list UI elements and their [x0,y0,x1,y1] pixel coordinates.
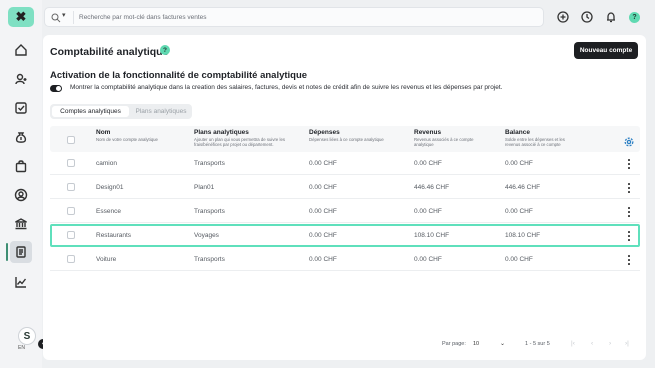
search-input[interactable] [79,10,519,24]
per-page-value: 10 [473,341,480,347]
cell-revenus: 0.00 CHF [414,256,442,263]
main-card: Comptabilité analytique ? Nouveau compte… [43,35,646,360]
chevron-down-icon: ⌄ [499,341,505,347]
column-settings-icon[interactable] [624,134,634,147]
tabs: Comptes analytiques Plans analytiques [50,104,192,119]
row-checkbox[interactable] [67,231,75,239]
column-header-revenus[interactable]: Revenus Revenus associés à ce compte ana… [414,129,494,147]
column-title: Plans analytiques [194,129,249,136]
cell-balance: 108.10 CHF [505,232,541,239]
next-page-button[interactable]: › [609,340,611,347]
cell-nom: Design01 [96,184,124,191]
cell-balance: 0.00 CHF [505,160,533,167]
accounting-book-icon[interactable] [6,241,32,263]
column-subtitle: Dépenses liées à ce compte analytique [309,137,384,142]
cell-depenses: 0.00 CHF [309,160,337,167]
cell-nom: camion [96,160,117,167]
language-label[interactable]: EN [18,345,25,351]
tab-comptes-analytiques[interactable]: Comptes analytiques [52,106,129,117]
app-logo[interactable]: ✖ [8,7,34,27]
help-icon[interactable]: ? [629,11,640,23]
per-page-select[interactable]: 10 ⌄ [471,338,507,349]
cell-revenus: 0.00 CHF [414,208,442,215]
cell-plan: Transports [194,208,225,215]
new-account-button[interactable]: Nouveau compte [574,42,638,59]
row-checkbox[interactable] [67,159,75,167]
cell-balance: 0.00 CHF [505,256,533,263]
cell-balance: 0.00 CHF [505,208,533,215]
column-subtitle: Revenus associés à ce compte analytique [414,137,474,147]
bell-icon[interactable] [604,10,618,24]
column-subtitle: Nom de votre compte analytique [96,137,158,142]
column-header-balance[interactable]: Balance Solde entre les dépenses et les … [505,129,580,147]
cell-depenses: 0.00 CHF [309,208,337,215]
column-subtitle: Solde entre les dépenses et les revenus … [505,137,565,147]
cell-balance: 446.46 CHF [505,184,541,191]
contacts-icon[interactable] [12,70,30,88]
first-page-button[interactable]: |‹ [571,340,575,347]
cell-plan: Plan01 [194,184,215,191]
clock-icon[interactable] [580,10,594,24]
column-title: Revenus [414,129,442,136]
table-header: Nom Nom de votre compte analytique Plans… [50,126,640,152]
cell-nom: Voiture [96,256,117,263]
table-row-highlighted[interactable]: Restaurants Voyages 0.00 CHF 108.10 CHF … [50,224,640,247]
select-all-checkbox[interactable] [67,136,75,144]
cell-revenus: 446.46 CHF [414,184,450,191]
add-circle-icon[interactable] [556,10,570,24]
page-title: Comptabilité analytique [50,46,169,58]
column-title: Dépenses [309,129,340,136]
per-page-label: Par page: [442,341,466,347]
tab-plans-analytiques[interactable]: Plans analytiques [132,106,190,117]
section-title: Activation de la fonctionnalité de compt… [50,70,308,81]
last-page-button[interactable]: ›| [625,340,629,347]
previous-page-button[interactable]: ‹ [591,340,593,347]
cell-depenses: 0.00 CHF [309,184,337,191]
sidebar: ✖ S 44 EN [0,0,53,368]
cell-plan: Voyages [194,232,219,239]
shopping-bag-icon[interactable] [12,157,30,175]
column-header-depenses[interactable]: Dépenses Dépenses liées à ce compte anal… [309,129,404,142]
more-options-icon[interactable] [627,255,631,265]
cell-revenus: 108.10 CHF [414,232,450,239]
more-options-icon[interactable] [627,231,631,241]
bank-icon[interactable] [12,215,30,233]
cell-plan: Transports [194,256,225,263]
table-row[interactable]: Essence Transports 0.00 CHF 0.00 CHF 0.0… [50,200,640,223]
avatar[interactable]: S [18,327,36,345]
column-header-plans[interactable]: Plans analytiques Ajouter un plan qui vo… [194,129,299,147]
search-icon[interactable] [51,13,61,23]
row-checkbox[interactable] [67,207,75,215]
column-title: Nom [96,129,111,136]
search-bar: ▾ [44,7,544,27]
column-subtitle: Ajouter un plan qui vous permettra de su… [194,137,286,147]
divider [73,11,74,24]
pagination-count: 1 - 5 sur 5 [525,341,550,347]
cell-depenses: 0.00 CHF [309,256,337,263]
user-circle-icon[interactable] [12,186,30,204]
row-checkbox[interactable] [67,183,75,191]
table-row[interactable]: Design01 Plan01 0.00 CHF 446.46 CHF 446.… [50,176,640,199]
table-row[interactable]: camion Transports 0.00 CHF 0.00 CHF 0.00… [50,152,640,175]
cell-nom: Restaurants [96,232,132,239]
cell-plan: Transports [194,160,225,167]
cell-depenses: 0.00 CHF [309,232,337,239]
help-icon[interactable]: ? [160,45,170,55]
chevron-down-icon[interactable]: ▾ [62,11,66,19]
column-title: Balance [505,129,530,136]
cell-revenus: 0.00 CHF [414,160,442,167]
row-checkbox[interactable] [67,255,75,263]
more-options-icon[interactable] [627,207,631,217]
table-row[interactable]: Voiture Transports 0.00 CHF 0.00 CHF 0.0… [50,248,640,271]
column-header-nom[interactable]: Nom Nom de votre compte analytique [96,129,186,142]
money-bag-icon[interactable] [12,128,30,146]
home-icon[interactable] [12,41,30,59]
toggle-label: Montrer la comptabilité analytique dans … [70,84,503,91]
more-options-icon[interactable] [627,183,631,193]
cell-nom: Essence [96,208,121,215]
tasks-icon[interactable] [12,99,30,117]
more-options-icon[interactable] [627,159,631,169]
chart-line-icon[interactable] [12,273,30,291]
analytics-toggle[interactable] [50,85,62,92]
